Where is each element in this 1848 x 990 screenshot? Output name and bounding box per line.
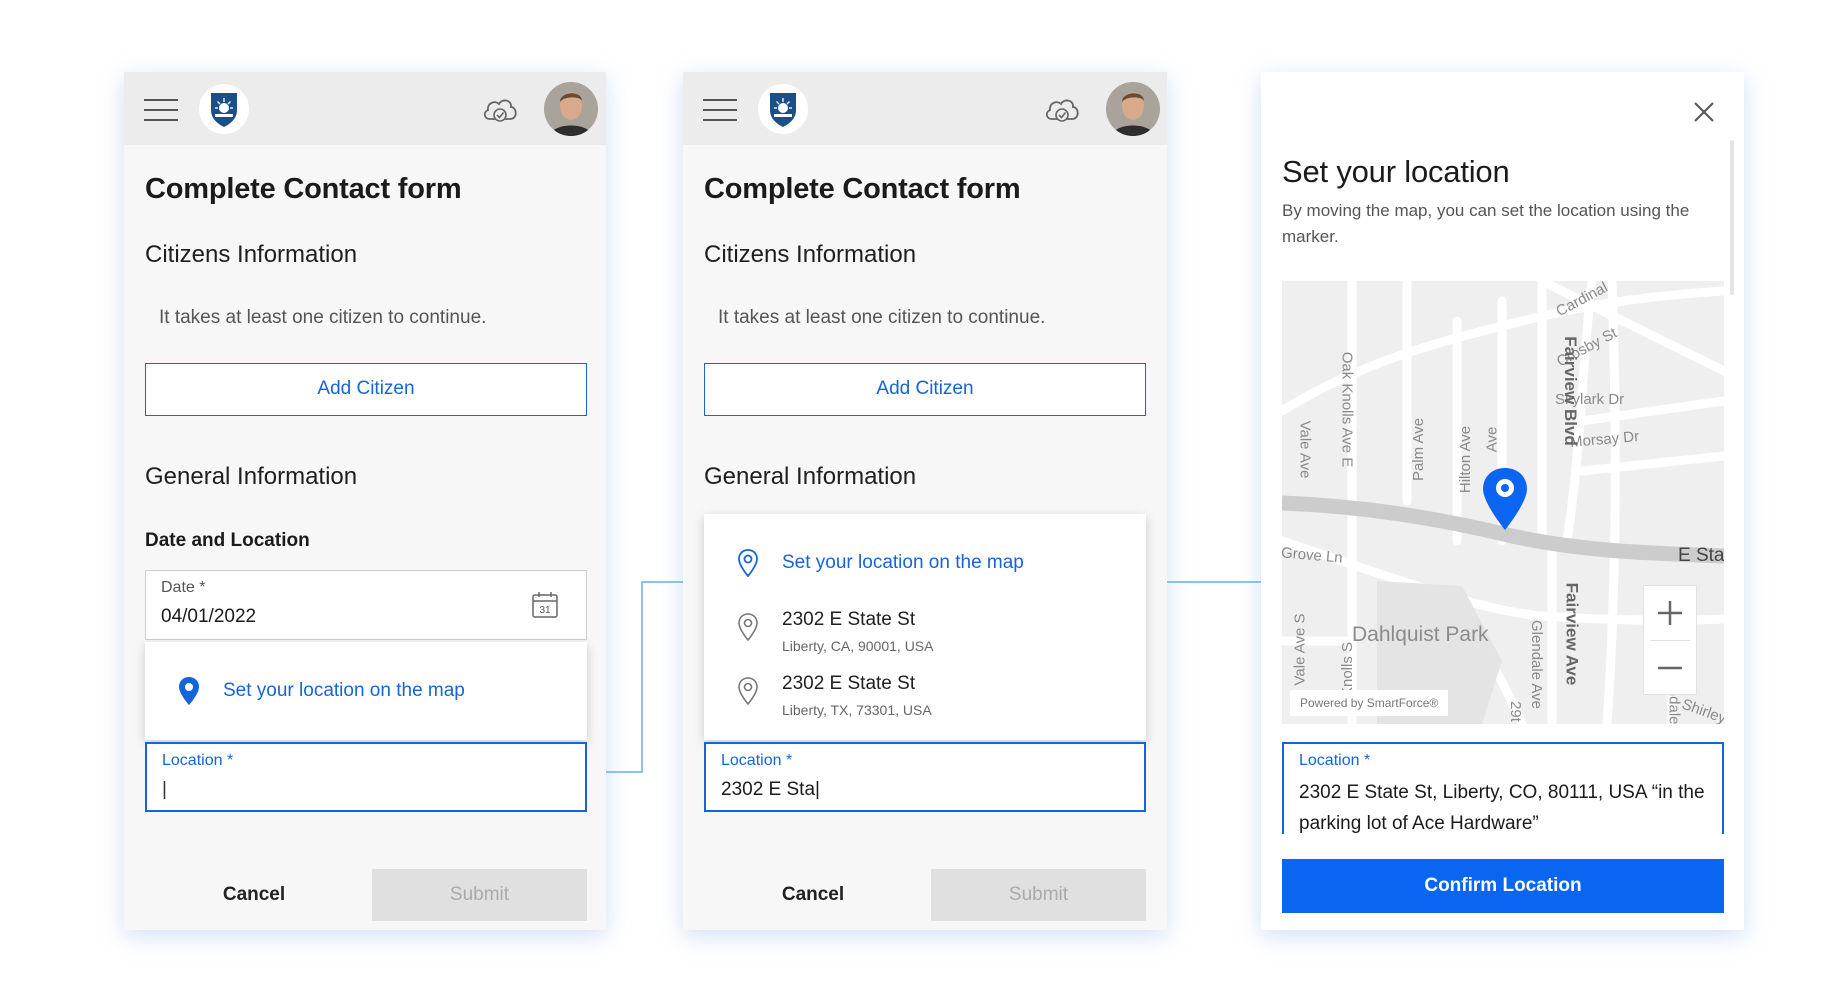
map-pin-icon [737, 612, 759, 647]
app-bar [683, 72, 1167, 145]
calendar-icon[interactable]: 31 [532, 591, 558, 619]
street-label: 29t [1506, 701, 1524, 722]
cancel-button[interactable]: Cancel [164, 869, 344, 921]
avatar[interactable] [1106, 82, 1160, 136]
location-input[interactable]: 2302 E Sta| [721, 779, 820, 801]
modal-title: Set your location [1282, 154, 1510, 189]
set-location-on-map-link[interactable]: Set your location on the map [223, 680, 465, 702]
street-label: Vale Ave S [1291, 613, 1309, 686]
avatar[interactable] [544, 82, 598, 136]
submit-button[interactable]: Submit [372, 869, 587, 921]
map-pin-icon [737, 676, 759, 711]
hamburger-icon[interactable] [144, 99, 178, 121]
contact-form-screen-typing: Complete Contact form Citizens Informati… [683, 72, 1167, 930]
general-heading: General Information [145, 463, 358, 490]
close-icon[interactable] [1692, 100, 1716, 124]
hamburger-icon[interactable] [703, 99, 737, 121]
park-label: Dahlquist Park [1352, 623, 1489, 646]
citizens-hint: It takes at least one citizen to continu… [159, 307, 487, 328]
general-heading: General Information [704, 463, 917, 490]
confirm-location-button[interactable]: Confirm Location [1282, 859, 1724, 913]
date-field[interactable]: Date * 04/01/2022 31 [145, 570, 587, 640]
street-label: Ave [1483, 426, 1501, 453]
svg-text:31: 31 [539, 605, 551, 616]
street-label: Vale Ave [1296, 420, 1314, 479]
location-suggestions: Set your location on the map 2302 E Stat… [704, 514, 1146, 740]
street-label: Fairview Blvd [1560, 336, 1580, 446]
date-label: Date * [161, 579, 206, 596]
street-label: Glendale Ave [1527, 620, 1545, 709]
contact-form-screen-empty: Complete Contact form Citizens Informati… [124, 72, 606, 930]
citizens-hint: It takes at least one citizen to continu… [718, 307, 1046, 328]
street-label: Hilton Ave [1457, 425, 1475, 494]
suggestion-city: Liberty, CA, 90001, USA [782, 638, 934, 654]
location-label: Location * [721, 752, 793, 769]
street-label: Knolls S [1339, 641, 1357, 698]
suggestion-street[interactable]: 2302 E State St [782, 673, 915, 695]
page-title: Complete Contact form [145, 173, 462, 205]
location-label: Location * [1299, 752, 1371, 769]
street-label: E Stat [1678, 545, 1724, 566]
scrollbar[interactable] [1730, 140, 1734, 295]
cancel-button[interactable]: Cancel [723, 869, 903, 921]
location-suggestions: Set your location on the map [145, 642, 587, 740]
app-bar [124, 72, 606, 145]
modal-description: By moving the map, you can set the locat… [1282, 201, 1690, 246]
page-title: Complete Contact form [704, 173, 1021, 205]
date-location-heading: Date and Location [145, 530, 310, 551]
citizens-heading: Citizens Information [704, 241, 917, 268]
suggestion-city: Liberty, TX, 73301, USA [782, 702, 932, 718]
police-badge-logo [199, 84, 249, 134]
map-attribution: Powered by SmartForce® [1290, 690, 1449, 716]
street-label: Fairview Ave [1562, 582, 1582, 686]
map-pin-icon[interactable] [1480, 466, 1530, 537]
add-citizen-button[interactable]: Add Citizen [704, 363, 1146, 416]
flow-connector [641, 581, 643, 773]
set-location-modal: Set your location By moving the map, you… [1261, 72, 1744, 930]
location-input[interactable]: | [162, 779, 167, 801]
location-input[interactable]: 2302 E State St, Liberty, CO, 80111, USA… [1299, 777, 1709, 834]
location-label: Location * [162, 752, 234, 769]
add-citizen-button[interactable]: Add Citizen [145, 363, 587, 416]
location-field[interactable]: Location * 2302 E State St, Liberty, CO,… [1282, 742, 1724, 834]
plus-icon[interactable] [1644, 586, 1696, 640]
suggestion-street[interactable]: 2302 E State St [782, 609, 915, 631]
cloud-sync-icon[interactable] [481, 94, 519, 124]
cloud-sync-icon[interactable] [1043, 94, 1081, 124]
police-badge-logo [758, 84, 808, 134]
citizens-heading: Citizens Information [145, 241, 358, 268]
location-field[interactable]: Location * | [145, 742, 587, 812]
minus-icon[interactable] [1644, 641, 1696, 695]
date-value: 04/01/2022 [161, 606, 257, 627]
street-label: Oak Knolls Ave E [1338, 351, 1356, 468]
map-pin-icon [178, 676, 200, 711]
street-label: Palm Ave [1410, 417, 1428, 482]
submit-button[interactable]: Submit [931, 869, 1146, 921]
zoom-controls [1643, 585, 1697, 695]
set-location-on-map-link[interactable]: Set your location on the map [782, 552, 1024, 574]
map-pin-icon [737, 548, 759, 583]
location-field[interactable]: Location * 2302 E Sta| [704, 742, 1146, 812]
location-map[interactable]: Cardinal Crosby St Skylark Dr Morsay Dr … [1282, 281, 1724, 724]
